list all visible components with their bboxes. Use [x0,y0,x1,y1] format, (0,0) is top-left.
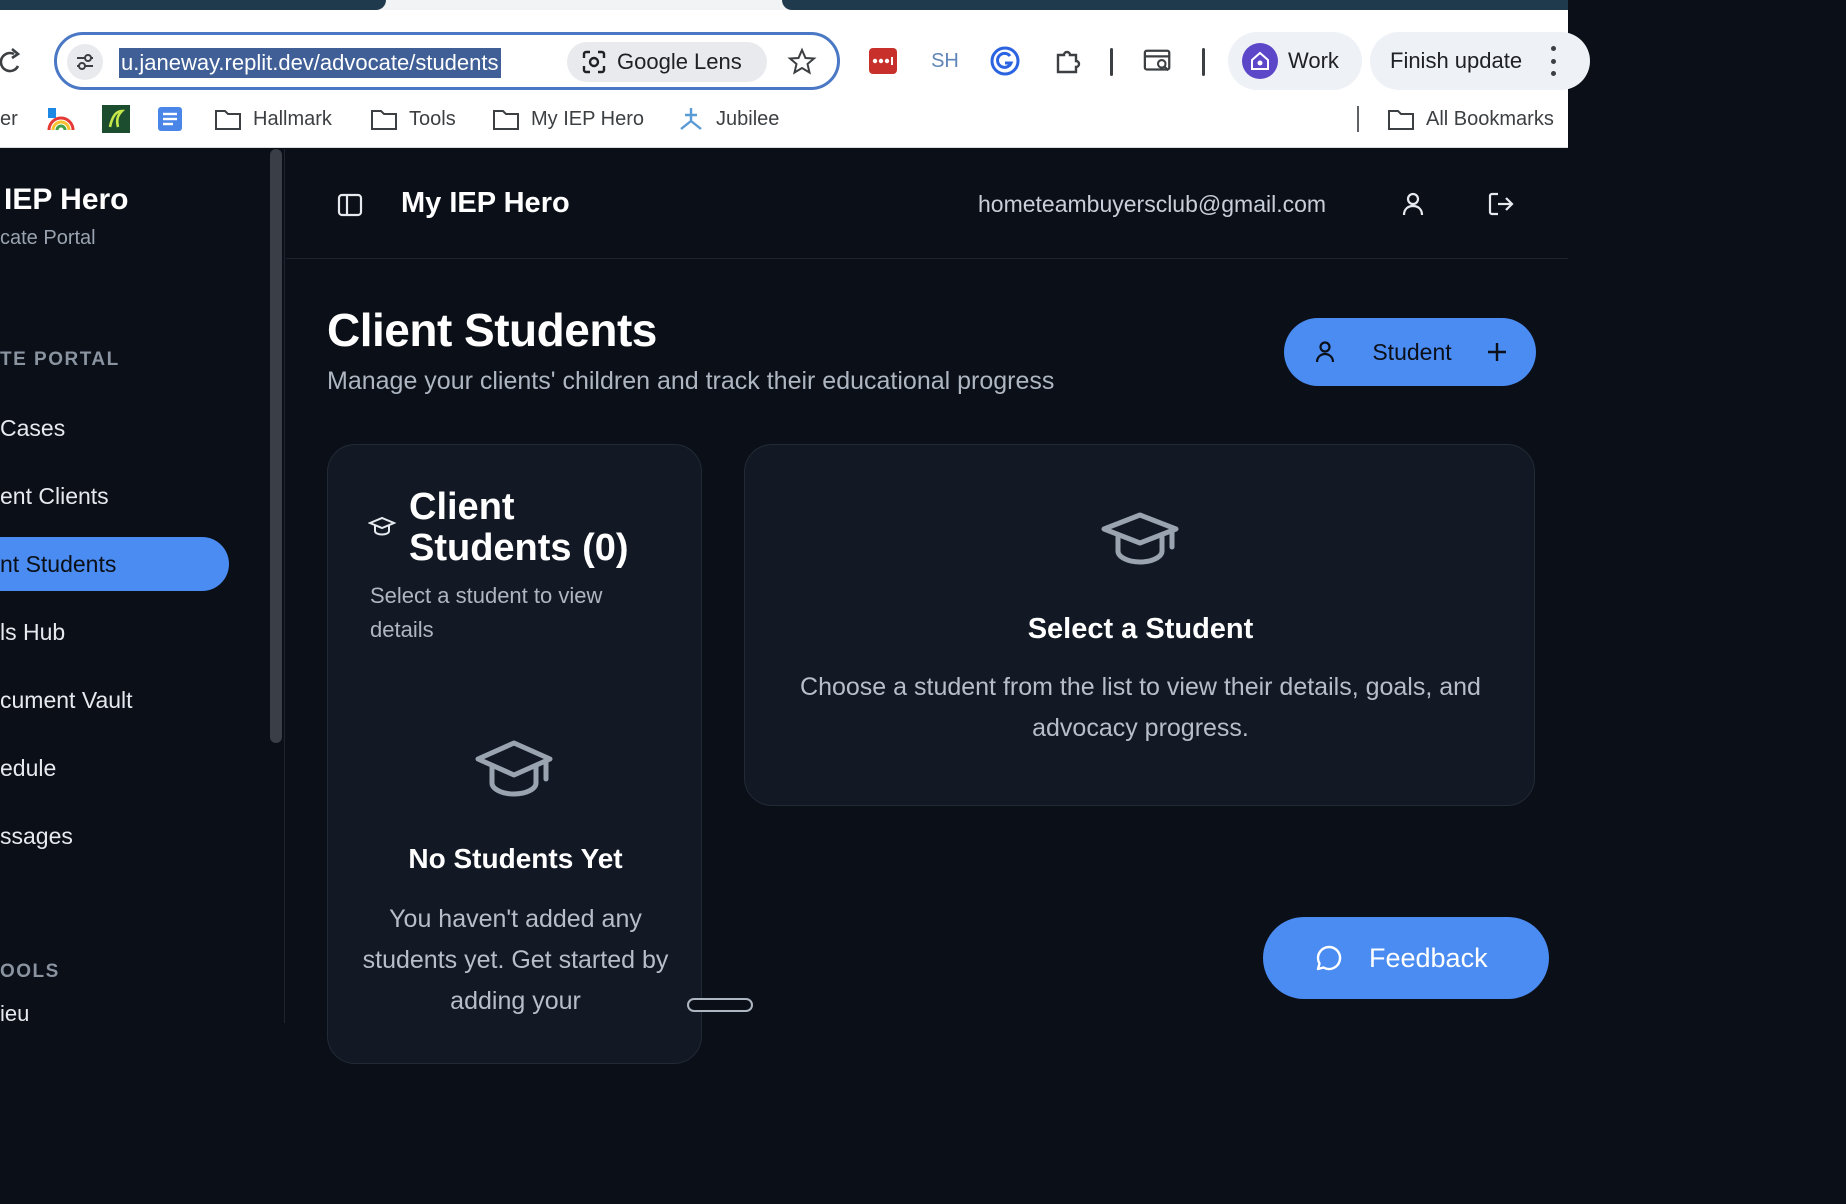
empty-state-description: You haven't added any students yet. Get … [362,905,669,1015]
lens-icon [582,50,606,74]
add-student-button[interactable]: Student [1284,318,1536,386]
student-list-title: Client Students (0) [409,486,629,569]
reload-icon[interactable] [0,46,24,76]
scroll-indicator[interactable] [687,998,753,1012]
tab-right[interactable] [782,0,1568,10]
folder-icon [369,104,399,134]
detail-title: Select a Student [1027,613,1254,645]
bookmark-label: Tools [409,107,456,130]
google-lens-button[interactable]: Google Lens [567,42,767,82]
page-title: Client Students [327,304,657,356]
tab-search-icon[interactable] [1143,46,1173,76]
folder-icon [213,104,243,134]
brand-subtitle: cate Portal [0,227,96,249]
sidebar-item-label: edule [0,754,57,781]
url-text[interactable]: u.janeway.replit.dev/advocate/students [119,48,501,78]
sidebar-item-partial[interactable]: ieu [0,1001,29,1027]
sidebar-item-document-vault[interactable]: cument Vault [0,673,229,727]
bookmark-label: All Bookmarks [1426,107,1554,130]
profile-avatar-icon [1242,43,1278,79]
bookmark-r-logo[interactable] [101,104,131,134]
jubilee-icon [676,104,706,134]
student-detail-card: Select a Student Choose a student from t… [744,444,1535,806]
sidebar-item-schedule[interactable]: edule [0,741,229,795]
sh-extension-icon[interactable]: SH [930,46,960,76]
sidebar: IEP Hero cate Portal TE PORTAL Cases ent… [0,149,285,1026]
bookmark-doc[interactable] [155,104,185,134]
header-title: My IEP Hero [401,187,570,219]
user-profile-icon[interactable] [1398,189,1428,219]
graduation-cap-icon [474,737,554,803]
address-bar[interactable]: u.janeway.replit.dev/advocate/students G… [54,32,840,90]
doc-icon [155,104,185,134]
sidebar-toggle-icon[interactable] [336,191,364,219]
sidebar-item-messages[interactable]: ssages [0,809,229,863]
bookmark-tools[interactable]: Tools [369,104,456,134]
folder-icon [1386,104,1416,134]
rainbow-icon [46,104,76,134]
app-header: My IEP Hero hometeambuyersclub@gmail.com [286,149,1568,259]
bookmark-label: Hallmark [253,107,332,130]
bookmark-label: er [0,107,18,130]
bookmarks-bar: er Hallmark Tools My IEP Hero Jubilee Al… [0,92,1568,148]
bookmark-hallmark[interactable]: Hallmark [213,104,332,134]
browser-toolbar: u.janeway.replit.dev/advocate/students G… [0,10,1590,92]
sidebar-item-label: cument Vault [0,686,133,713]
graduation-cap-icon [1100,511,1180,569]
extensions-puzzle-icon[interactable] [1053,46,1083,76]
user-icon [1315,341,1335,363]
empty-state-title: No Students Yet [408,843,623,874]
sidebar-item-label: nt Students [0,550,117,577]
detail-description: Choose a student from the list to view t… [800,673,1481,742]
sidebar-item-students[interactable]: nt Students [0,537,229,591]
bookmark-label: Jubilee [716,107,780,130]
folder-icon [491,104,521,134]
lastpass-extension-icon[interactable] [869,48,897,74]
logout-icon[interactable] [1486,189,1516,219]
sidebar-item-label: Cases [0,414,66,441]
sidebar-section-portal: TE PORTAL [0,349,120,370]
bookmark-rainbow[interactable] [46,104,76,134]
plus-icon [1487,343,1506,361]
browser-menu-icon[interactable] [1548,46,1558,76]
toolbar-separator [1202,48,1205,76]
tab-left[interactable] [0,0,386,10]
feedback-button[interactable]: Feedback [1263,917,1549,999]
profile-button[interactable]: Work [1228,32,1362,90]
bookmark-all-bookmarks[interactable]: All Bookmarks [1386,104,1554,134]
bookmark-label: My IEP Hero [531,107,644,130]
app-root: IEP Hero cate Portal TE PORTAL Cases ent… [0,149,1568,1064]
page-subtitle: Manage your clients' children and track … [327,367,1055,395]
sidebar-item-tools-hub[interactable]: ls Hub [0,605,229,659]
brand-title: IEP Hero [4,183,129,216]
bookmark-jubilee[interactable]: Jubilee [676,104,779,134]
sidebar-section-tools: OOLS [0,961,60,982]
sidebar-item-label: ssages [0,822,73,849]
google-lens-label: Google Lens [617,49,742,74]
grammarly-extension-icon[interactable] [990,46,1020,76]
sidebar-scrollbar[interactable] [270,149,282,743]
finish-update-label: Finish update [1390,48,1523,73]
sidebar-item-label: ls Hub [0,618,66,645]
site-info-icon[interactable] [67,44,103,80]
student-list-description: Select a student to view details [370,583,603,642]
add-student-label: Student [1372,338,1452,365]
sidebar-item-clients[interactable]: ent Clients [0,469,229,523]
profile-label: Work [1288,48,1339,73]
bookmark-my-iep-hero[interactable]: My IEP Hero [491,104,644,134]
feedback-label: Feedback [1369,942,1488,973]
graduation-cap-icon [367,513,397,541]
chat-bubble-icon [1316,945,1342,971]
user-email: hometeambuyersclub@gmail.com [978,191,1327,217]
toolbar-separator [1110,48,1113,76]
bookmark-star-icon[interactable] [787,47,817,77]
bookmark-truncated[interactable]: er [0,104,18,134]
bookmarks-separator [1357,106,1359,132]
sidebar-item-label: ent Clients [0,482,109,509]
student-list-card: Client Students (0) Select a student to … [327,444,702,1064]
r-logo-icon [101,104,131,134]
sidebar-item-cases[interactable]: Cases [0,401,229,455]
